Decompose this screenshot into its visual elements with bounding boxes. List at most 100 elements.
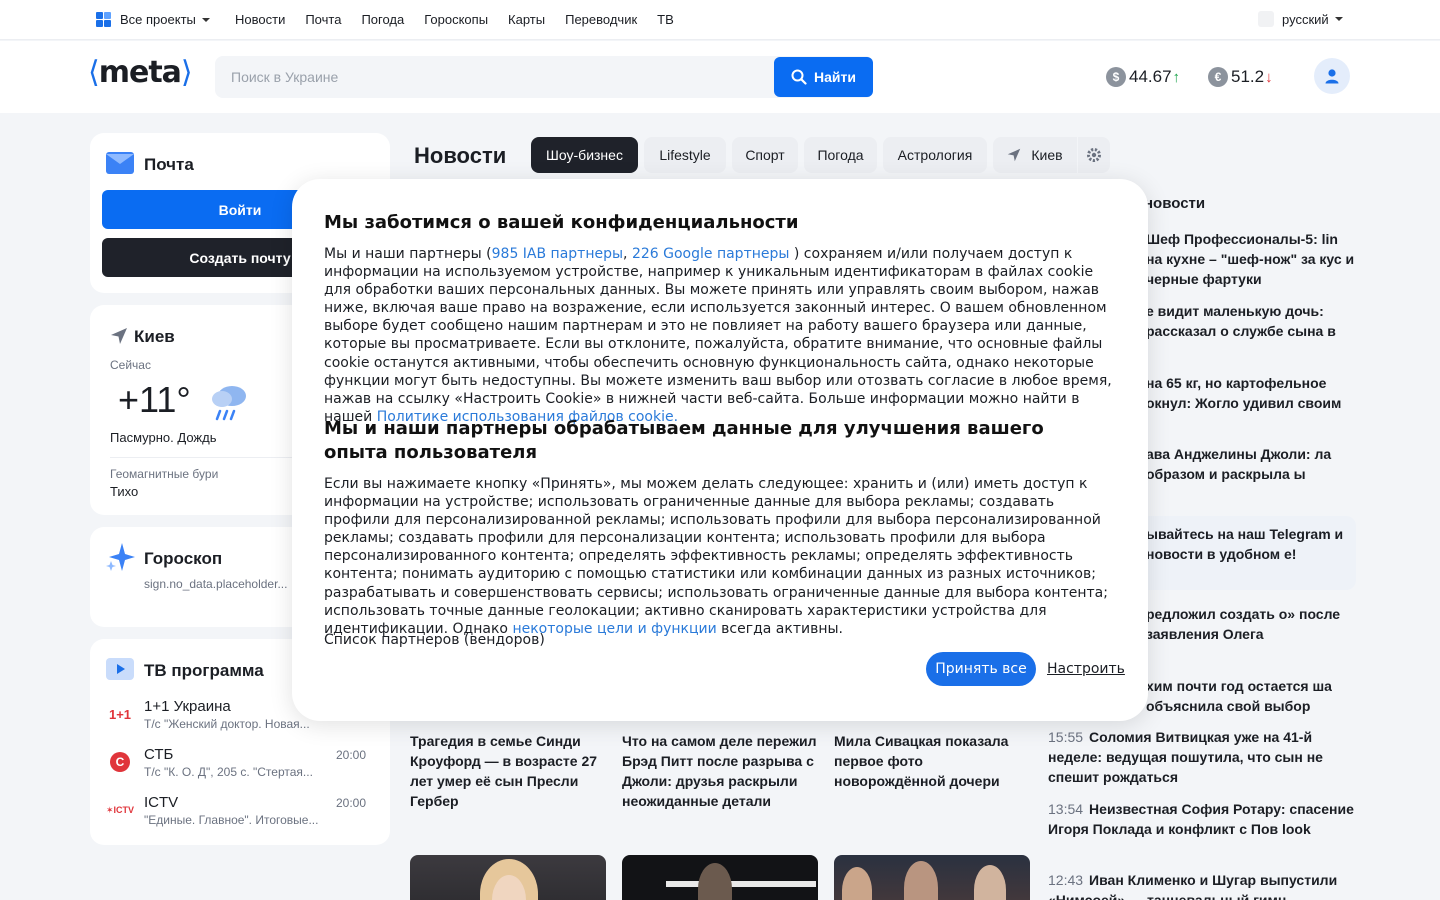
consent-subtitle: Мы и наши партнеры обрабатываем данные д…: [324, 418, 1044, 463]
sparkle-icon: [106, 543, 135, 571]
nav-link-maps[interactable]: Карты: [508, 12, 545, 27]
news-item[interactable]: 13:54 Неизвестная София Ротару: спасение …: [1048, 799, 1358, 839]
consent-paragraph-2: Если вы нажимаете кнопку «Принять», мы м…: [324, 475, 1118, 638]
language-label: русский: [1282, 11, 1329, 27]
tv-title[interactable]: ТВ программа: [144, 661, 264, 681]
configure-link[interactable]: Настроить: [1047, 661, 1125, 677]
gear-icon: [1087, 148, 1101, 162]
news-item[interactable]: на 65 кг, но картофельное окнул: Жогло у…: [1146, 373, 1356, 413]
euro-icon: €: [1208, 67, 1228, 87]
project-links: Новости Почта Погода Гороскопы Карты Пер…: [235, 12, 694, 27]
tv-channel-row[interactable]: С СТБ 20:00 Т/с "К. О. Д", 205 с. "Стерт…: [104, 746, 376, 786]
nav-link-mail[interactable]: Почта: [305, 12, 341, 27]
search-button-label: Найти: [814, 69, 856, 85]
tab-show-business[interactable]: Шоу-бизнес: [531, 137, 638, 173]
news-headline: Соломия Витвицкая уже на 41-й неделе: ве…: [1048, 729, 1323, 785]
stb-logo-text: С: [110, 752, 130, 772]
nav-link-weather[interactable]: Погода: [361, 12, 404, 27]
article-headline[interactable]: Что на самом деле пережил Брэд Питт посл…: [622, 731, 818, 811]
search-input[interactable]: [215, 56, 770, 98]
news-heading[interactable]: Новости: [414, 143, 506, 169]
horoscope-title[interactable]: Гороскоп: [144, 549, 222, 569]
nav-link-horoscopes[interactable]: Гороскопы: [424, 12, 488, 27]
tab-kyiv-label: Киев: [1031, 147, 1063, 163]
play-icon: [106, 658, 134, 680]
news-item[interactable]: редложил создать о» после заявления Олег…: [1146, 604, 1356, 644]
photo-figure: [698, 863, 732, 900]
article-headline[interactable]: Трагедия в семье Синди Кроуфорд — в возр…: [410, 731, 606, 811]
text: Мы и наши партнеры (: [324, 246, 492, 262]
tab-astrology[interactable]: Астрология: [883, 137, 987, 173]
channel-show: Т/с "К. О. Д", 205 с. "Стертая...: [144, 765, 313, 779]
eur-rate[interactable]: € 51.2 ↓: [1208, 67, 1273, 87]
text: ,: [623, 246, 632, 262]
iab-partners-link[interactable]: 985 IAB партнеры: [492, 246, 623, 262]
mail-icon: [106, 152, 134, 174]
telegram-promo[interactable]: ывайтесь на наш Telegram и новости в удо…: [1140, 516, 1356, 590]
news-item[interactable]: Шеф Профессионалы-5: lin на кухне – "шеф…: [1146, 229, 1356, 289]
weather-now-label: Сейчас: [110, 358, 151, 372]
tab-kyiv[interactable]: Киев: [993, 137, 1077, 173]
tab-sport[interactable]: Спорт: [732, 137, 798, 173]
weather-city[interactable]: Киев: [134, 327, 175, 347]
news-item[interactable]: е видит маленькую дочь: рассказал о служ…: [1146, 301, 1356, 341]
news-item[interactable]: 15:55 Соломия Витвицкая уже на 41-й недел…: [1048, 727, 1358, 787]
channel-time: 20:00: [335, 796, 366, 810]
cookie-consent-dialog: Мы заботимся о вашей конфиденциальности …: [292, 179, 1148, 721]
nav-link-tv[interactable]: ТВ: [657, 12, 674, 27]
text: ) сохраняем и/или получаем доступ к инфо…: [324, 246, 1112, 425]
user-avatar[interactable]: [1314, 58, 1350, 94]
nav-link-translator[interactable]: Переводчик: [565, 12, 637, 27]
rain-cloud-icon: [212, 386, 246, 421]
arrow-up-icon: ↑: [1172, 68, 1181, 86]
consent-title: Мы заботимся о вашей конфиденциальности: [324, 212, 799, 233]
article-headline[interactable]: Мила Сивацкая показала первое фото новор…: [834, 731, 1030, 791]
chevron-down-icon: [1334, 17, 1343, 21]
photo-banner: [666, 881, 816, 887]
channel-name: ICTV: [144, 794, 179, 811]
photo-figure: [974, 865, 1006, 900]
vendors-list-link[interactable]: Список партнеров (вендоров): [324, 631, 1118, 649]
channel-logo-stb: С: [104, 752, 136, 772]
consent-paragraph-1: Мы и наши партнеры (985 IAB партнеры, 22…: [324, 245, 1118, 426]
channel-show: "Единые. Главное". Итоговые...: [144, 813, 319, 827]
photo-figure: [842, 867, 872, 900]
search-bar: Найти: [215, 56, 873, 98]
apps-grid-icon: [96, 12, 111, 27]
search-button[interactable]: Найти: [774, 57, 873, 97]
nav-link-news[interactable]: Новости: [235, 12, 285, 27]
article-image[interactable]: [410, 855, 606, 900]
user-icon: [1325, 69, 1339, 84]
tv-channel-row[interactable]: ✶ ICTV ICTV 20:00 "Единые. Главное". Итог…: [104, 794, 376, 834]
channel-name: СТБ: [144, 746, 174, 763]
all-projects-menu[interactable]: Все проекты: [96, 12, 210, 27]
news-time: 12:43: [1048, 872, 1084, 888]
google-partners-link[interactable]: 226 Google партнеры: [632, 246, 789, 262]
channel-time: 20:00: [335, 748, 366, 762]
news-settings-button[interactable]: [1078, 137, 1110, 173]
header: ⟨meta⟩ Найти $ 44.67 ↑ € 51.2 ↓: [0, 41, 1440, 113]
news-item[interactable]: хим почти год остается ша объяснила свой…: [1146, 676, 1356, 716]
article-image[interactable]: [622, 855, 818, 900]
accept-all-button[interactable]: Принять все: [926, 652, 1036, 686]
language-selector[interactable]: русский: [1258, 11, 1343, 27]
weather-temperature: +11°: [118, 379, 191, 420]
news-time: 13:54: [1048, 801, 1084, 817]
news-item[interactable]: 12:43 Иван Клименко и Шугар выпустили «Ни…: [1048, 870, 1358, 900]
news-item[interactable]: ава Анджелины Джоли: ла образом и раскры…: [1146, 444, 1356, 484]
logo-text: meta: [98, 55, 182, 90]
tab-weather[interactable]: Погода: [804, 137, 877, 173]
geomagnetic-label: Геомагнитные бури: [110, 467, 219, 481]
news-time: 15:55: [1048, 729, 1084, 745]
tab-lifestyle[interactable]: Lifestyle: [644, 137, 726, 173]
horoscope-text: sign.no_data.placeholder...: [144, 577, 288, 591]
meta-logo[interactable]: ⟨meta⟩: [88, 55, 193, 90]
chevron-down-icon: [201, 17, 210, 22]
photo-figure: [904, 861, 938, 900]
arrow-down-icon: ↓: [1265, 68, 1273, 86]
article-image[interactable]: [834, 855, 1030, 900]
eur-value: 51.2: [1231, 67, 1265, 86]
mail-title: Почта: [144, 155, 194, 174]
usd-rate[interactable]: $ 44.67 ↑: [1106, 67, 1180, 87]
top-navigation: Все проекты Новости Почта Погода Гороско…: [0, 0, 1440, 40]
